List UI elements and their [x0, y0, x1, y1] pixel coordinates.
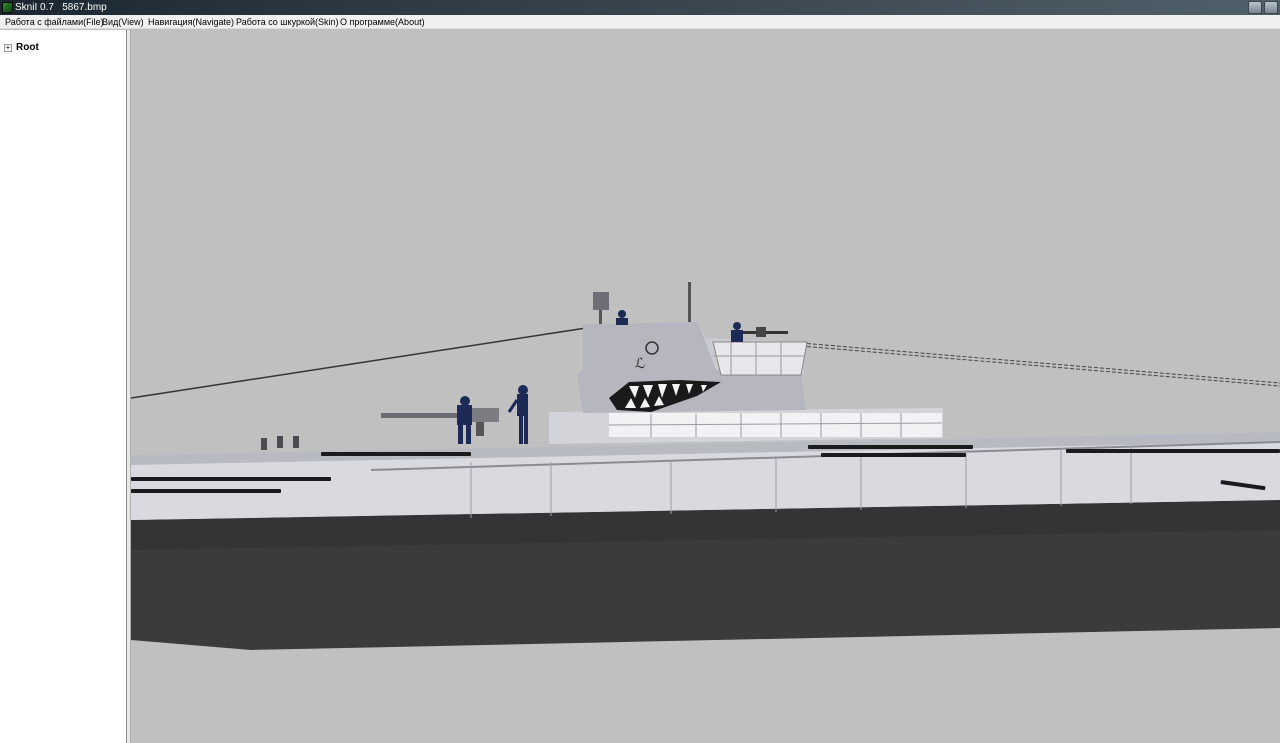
- menu-navigate[interactable]: Навигация(Navigate): [148, 15, 234, 29]
- app-icon: [2, 2, 13, 13]
- menu-view[interactable]: Вид(View): [102, 15, 144, 29]
- window-control-button[interactable]: [1264, 1, 1278, 14]
- menu-about[interactable]: О программе(About): [340, 15, 425, 29]
- submarine-render: ℒ: [131, 282, 1280, 650]
- menu-bar: Работа с файлами(File) Вид(View) Навигац…: [0, 15, 1280, 29]
- menu-skin[interactable]: Работа со шкуркой(Skin): [236, 15, 339, 29]
- menu-file[interactable]: Работа с файлами(File): [5, 15, 104, 29]
- svg-text:ℒ: ℒ: [635, 356, 645, 372]
- window-title: SkniI 0.7 5867.bmp: [15, 2, 107, 13]
- 3d-viewport[interactable]: ℒ: [131, 30, 1280, 743]
- title-bar: SkniI 0.7 5867.bmp: [0, 0, 1280, 15]
- tree-root-item[interactable]: Root: [16, 42, 39, 53]
- window-control-button[interactable]: [1248, 1, 1262, 14]
- tree-expand-icon[interactable]: +: [4, 44, 12, 52]
- tree-panel: + Root: [0, 30, 127, 743]
